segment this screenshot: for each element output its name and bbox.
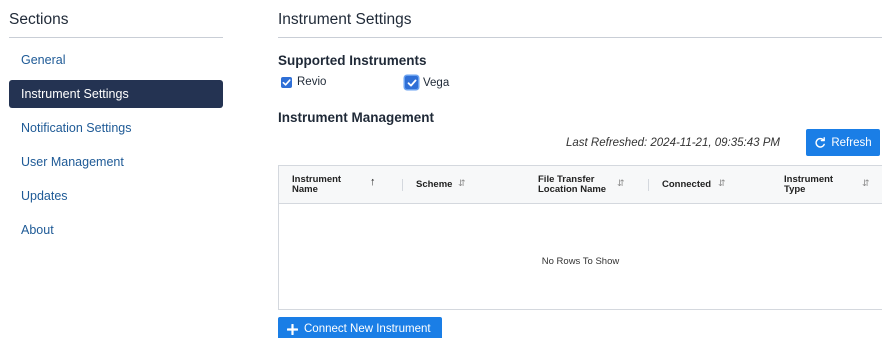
- column-separator: [648, 179, 649, 191]
- main-content: Instrument Settings Supported Instrument…: [278, 0, 882, 338]
- column-header-scheme[interactable]: Scheme ⇵: [416, 166, 526, 204]
- sort-icon[interactable]: ⇵: [862, 178, 870, 188]
- sidebar-item-general[interactable]: General: [9, 46, 223, 74]
- sidebar-item-user-management[interactable]: User Management: [9, 148, 223, 176]
- instrument-management-heading: Instrument Management: [278, 110, 435, 125]
- column-header-instrument-type[interactable]: Instrument Type ⇵: [784, 166, 882, 204]
- vega-checkbox-row[interactable]: Vega: [405, 76, 449, 89]
- column-header-label: Name: [292, 184, 318, 195]
- column-header-instrument-name[interactable]: Instrument Name ↑: [292, 166, 402, 204]
- vega-checkbox[interactable]: [405, 76, 418, 89]
- refresh-button[interactable]: Refresh: [806, 129, 880, 156]
- sidebar-item-label: Instrument Settings: [21, 87, 129, 101]
- sidebar-item-instrument-settings[interactable]: Instrument Settings: [9, 80, 223, 108]
- sidebar-item-notification-settings[interactable]: Notification Settings: [9, 114, 223, 142]
- instruments-table: Instrument Name ↑ Scheme ⇵ File Transfer L…: [278, 165, 882, 310]
- vega-label: Vega: [423, 76, 450, 89]
- sort-icon[interactable]: ⇵: [718, 178, 726, 188]
- column-header-label: Type: [784, 184, 806, 195]
- checkmark-icon: [282, 78, 291, 86]
- sidebar-title: Sections: [9, 11, 223, 38]
- sidebar: Sections General Instrument Settings Not…: [9, 0, 223, 338]
- sort-icon[interactable]: ⇵: [617, 178, 625, 188]
- sidebar-item-updates[interactable]: Updates: [9, 182, 223, 210]
- column-header-label: Location Name: [538, 184, 607, 195]
- table-header: Instrument Name ↑ Scheme ⇵ File Transfer L…: [279, 166, 882, 204]
- revio-checkbox[interactable]: [281, 76, 292, 88]
- column-header-label: Scheme: [416, 179, 453, 191]
- revio-label: Revio: [297, 76, 327, 88]
- plus-icon: [287, 323, 298, 335]
- sidebar-item-label: Updates: [21, 189, 68, 203]
- sidebar-item-about[interactable]: About: [9, 216, 223, 244]
- column-separator: [402, 179, 403, 191]
- sidebar-item-label: About: [21, 223, 54, 237]
- sidebar-item-label: Notification Settings: [21, 121, 132, 135]
- sidebar-item-label: General: [21, 53, 66, 67]
- refresh-button-label: Refresh: [831, 136, 872, 149]
- empty-table-message: No Rows To Show: [541, 256, 620, 267]
- column-header-file-transfer-location[interactable]: File Transfer Location Name ⇵: [538, 166, 648, 204]
- sort-icon[interactable]: ⇵: [458, 178, 466, 188]
- last-refreshed-text: Last Refreshed: 2024-11-21, 09:35:43 PM: [566, 137, 780, 149]
- connect-button-label: Connect New Instrument: [304, 323, 431, 335]
- column-header-connected[interactable]: Connected ⇵: [662, 166, 772, 204]
- arrow-up-icon[interactable]: ↑: [370, 176, 376, 189]
- revio-checkbox-row[interactable]: Revio: [281, 76, 326, 88]
- supported-instruments-heading: Supported Instruments: [278, 53, 427, 68]
- sidebar-item-label: User Management: [21, 155, 124, 169]
- connect-new-instrument-button[interactable]: Connect New Instrument: [278, 317, 442, 338]
- column-header-label: Connected: [662, 179, 712, 191]
- page-title: Instrument Settings: [278, 11, 882, 38]
- checkmark-icon: [407, 79, 416, 86]
- refresh-icon: [815, 136, 826, 148]
